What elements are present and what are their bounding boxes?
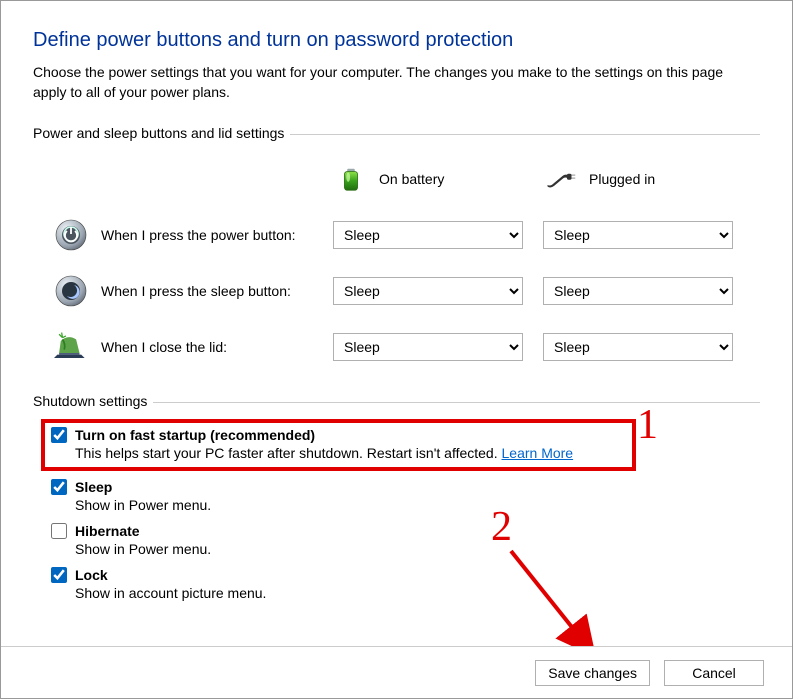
- checkbox-hibernate[interactable]: [51, 523, 67, 539]
- check-item-sleep: Sleep Show in Power menu.: [51, 479, 760, 513]
- select-power-battery[interactable]: Sleep: [333, 221, 523, 249]
- group-legend-power: Power and sleep buttons and lid settings: [33, 125, 290, 141]
- checkbox-desc-fast-startup: This helps start your PC faster after sh…: [75, 445, 502, 461]
- checkbox-label-hibernate: Hibernate: [75, 523, 140, 539]
- group-shutdown-settings: Shutdown settings Turn on fast startup (…: [33, 393, 760, 601]
- row-label-lid: When I close the lid:: [101, 339, 227, 355]
- checkbox-desc-lock: Show in account picture menu.: [75, 585, 760, 601]
- checkbox-sleep[interactable]: [51, 479, 67, 495]
- checkbox-desc-sleep: Show in Power menu.: [75, 497, 760, 513]
- select-lid-plugged[interactable]: Sleep: [543, 333, 733, 361]
- check-item-hibernate: Hibernate Show in Power menu.: [51, 523, 760, 557]
- group-legend-shutdown: Shutdown settings: [33, 393, 153, 409]
- row-power-button: When I press the power button: Sleep Sle…: [33, 207, 760, 263]
- select-lid-battery[interactable]: Sleep: [333, 333, 523, 361]
- power-button-icon: [53, 217, 89, 253]
- select-sleep-plugged[interactable]: Sleep: [543, 277, 733, 305]
- select-sleep-battery[interactable]: Sleep: [333, 277, 523, 305]
- row-label-sleep-button: When I press the sleep button:: [101, 283, 291, 299]
- row-label-power-button: When I press the power button:: [101, 227, 296, 243]
- column-header-plugged-label: Plugged in: [589, 171, 655, 187]
- checkbox-label-fast-startup: Turn on fast startup (recommended): [75, 427, 315, 443]
- battery-icon: [333, 161, 369, 197]
- column-header-battery: On battery: [333, 161, 533, 197]
- plug-icon: [543, 161, 579, 197]
- checkbox-fast-startup[interactable]: [51, 427, 67, 443]
- save-changes-button[interactable]: Save changes: [535, 660, 650, 686]
- page-subtitle: Choose the power settings that you want …: [33, 62, 760, 103]
- lid-icon: [53, 329, 89, 365]
- column-header-plugged: Plugged in: [543, 161, 743, 197]
- column-header-battery-label: On battery: [379, 171, 444, 187]
- sleep-button-icon: [53, 273, 89, 309]
- cancel-button[interactable]: Cancel: [664, 660, 764, 686]
- checkbox-desc-hibernate: Show in Power menu.: [75, 541, 760, 557]
- checkbox-label-lock: Lock: [75, 567, 108, 583]
- row-sleep-button: When I press the sleep button: Sleep Sle…: [33, 263, 760, 319]
- check-item-lock: Lock Show in account picture menu.: [51, 567, 760, 601]
- checkbox-lock[interactable]: [51, 567, 67, 583]
- check-item-fast-startup: Turn on fast startup (recommended) This …: [51, 427, 626, 461]
- annotation-highlight-box: Turn on fast startup (recommended) This …: [41, 419, 636, 471]
- checkbox-label-sleep: Sleep: [75, 479, 112, 495]
- select-power-plugged[interactable]: Sleep: [543, 221, 733, 249]
- row-lid: When I close the lid: Sleep Sleep: [33, 319, 760, 375]
- group-power-sleep-lid: Power and sleep buttons and lid settings: [33, 125, 760, 375]
- dialog-button-bar: Save changes Cancel: [1, 646, 792, 698]
- learn-more-link[interactable]: Learn More: [502, 445, 574, 461]
- page-title: Define power buttons and turn on passwor…: [33, 29, 760, 52]
